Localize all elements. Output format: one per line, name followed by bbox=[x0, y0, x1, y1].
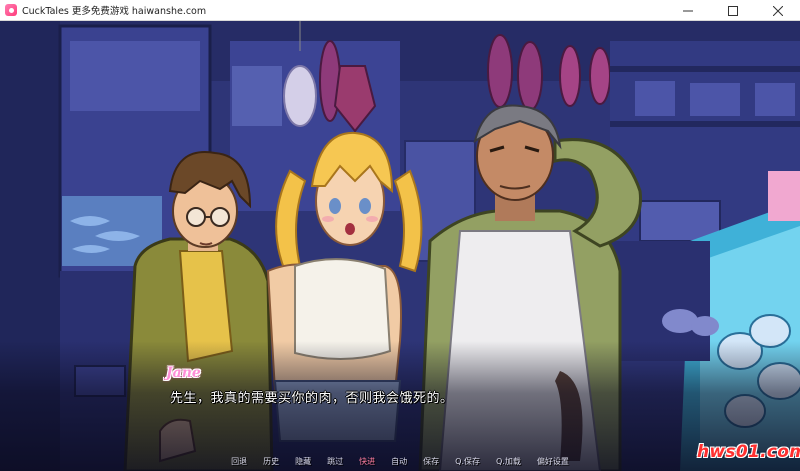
quick-menu-save[interactable]: 保存 bbox=[415, 456, 447, 467]
close-button[interactable] bbox=[755, 0, 800, 21]
maximize-icon bbox=[727, 5, 738, 16]
dialogue-text: 先生，我真的需要买你的肉，否则我会饿死的。 bbox=[170, 391, 454, 406]
speaker-name: Jane bbox=[166, 365, 201, 381]
quick-menu-auto[interactable]: 自动 bbox=[383, 456, 415, 467]
wall-poster bbox=[232, 66, 282, 126]
quick-menu-quick-save[interactable]: Q.保存 bbox=[447, 456, 488, 467]
quick-menu: 回退 历史 隐藏 跳过 快进 自动 保存 Q.保存 Q.加载 偏好设置 bbox=[0, 454, 800, 468]
window-titlebar: CuckTales 更多免费游戏 haiwanshe.com bbox=[0, 0, 800, 21]
pink-container bbox=[768, 171, 800, 221]
minimize-icon bbox=[682, 10, 693, 11]
quick-menu-quick-load[interactable]: Q.加载 bbox=[488, 456, 529, 467]
maximize-button[interactable] bbox=[710, 0, 755, 21]
watermark: hws01.com bbox=[697, 442, 800, 462]
app-icon bbox=[5, 4, 17, 16]
quick-menu-back[interactable]: 回退 bbox=[223, 456, 255, 467]
minimize-button[interactable] bbox=[665, 0, 710, 21]
game-viewport[interactable]: Jane 先生，我真的需要买你的肉，否则我会饿死的。 回退 历史 隐藏 跳过 快… bbox=[0, 21, 800, 471]
quick-menu-hide[interactable]: 隐藏 bbox=[287, 456, 319, 467]
dialogue-backdrop bbox=[0, 341, 800, 471]
window-controls bbox=[665, 0, 800, 21]
close-icon bbox=[772, 5, 783, 16]
quick-menu-skip[interactable]: 跳过 bbox=[319, 456, 351, 467]
quick-menu-fast-forward[interactable]: 快进 bbox=[351, 456, 383, 467]
window-title: CuckTales 更多免费游戏 haiwanshe.com bbox=[22, 6, 207, 17]
quick-menu-history[interactable]: 历史 bbox=[255, 456, 287, 467]
quick-menu-preferences[interactable]: 偏好设置 bbox=[529, 456, 577, 467]
